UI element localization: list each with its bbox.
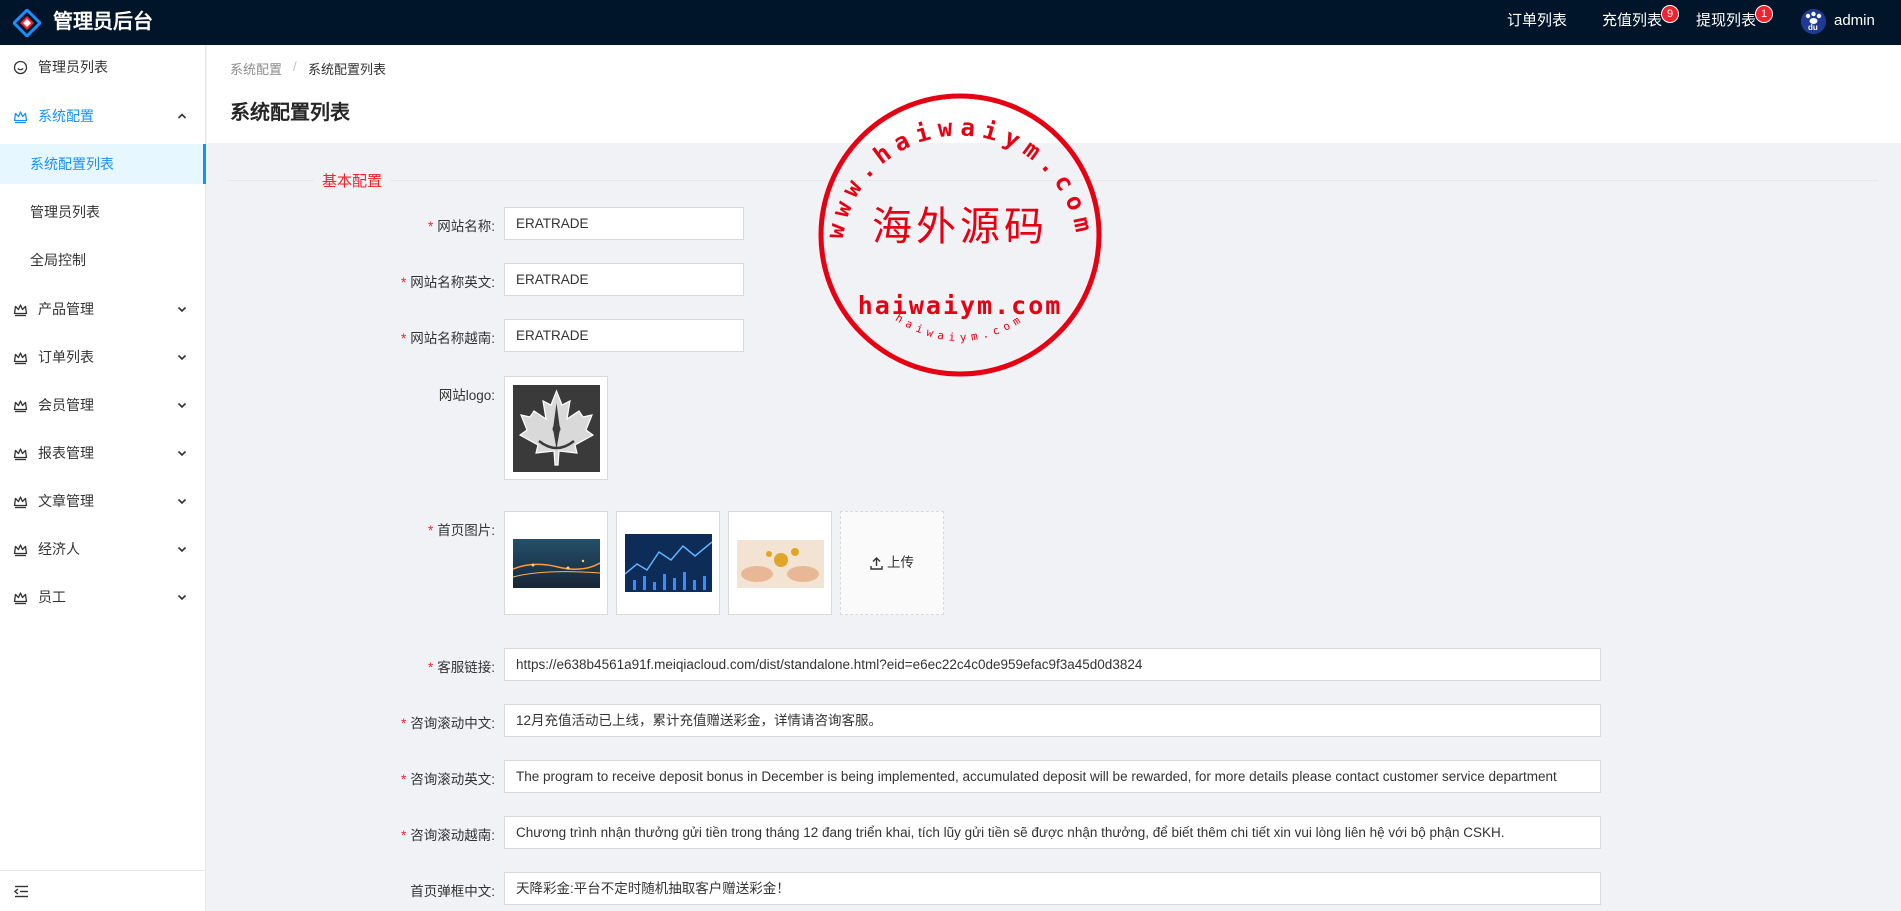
scroll-cn-label: * 咨询滚动中文: xyxy=(400,716,495,731)
scroll-vi-label: * 咨询滚动越南: xyxy=(400,828,495,843)
sidebar-item-label: 员工 xyxy=(38,589,66,605)
site-name-en-input[interactable]: ERATRADE xyxy=(504,263,744,296)
sidebar-subitem-admin-list[interactable]: 管理员列表 xyxy=(0,192,206,232)
home-images-label: * 首页图片: xyxy=(427,523,495,538)
scroll-en-input[interactable]: The program to receive deposit bonus in … xyxy=(504,760,1601,793)
sidebar-item-label: 经济人 xyxy=(38,541,80,557)
sidebar-item-article-management[interactable]: 文章管理 xyxy=(0,479,206,523)
logo-icon xyxy=(13,9,41,37)
crown-icon xyxy=(13,544,28,557)
popup-cn-label: 首页弹框中文: xyxy=(410,884,495,899)
scroll-vi-input[interactable]: Chương trình nhận thưởng gửi tiền trong … xyxy=(504,816,1601,849)
nav-recharge-list[interactable]: 充值列表 xyxy=(1602,0,1662,45)
breadcrumb-parent[interactable]: 系统配置 xyxy=(230,59,282,78)
service-link-input[interactable]: https://e638b4561a91f.meiqiacloud.com/di… xyxy=(504,648,1601,681)
sidebar-item-label: 报表管理 xyxy=(38,445,94,461)
sidebar-item-member-management[interactable]: 会员管理 xyxy=(0,383,206,427)
crown-icon xyxy=(13,448,28,461)
site-name-label: * 网站名称: xyxy=(427,219,495,234)
crown-icon xyxy=(13,400,28,413)
avatar-text: du xyxy=(1808,23,1818,32)
watermark-center-text: 海外源码 xyxy=(872,204,1048,250)
chevron-down-icon xyxy=(177,306,187,313)
sidebar-subitem-label: 系统配置列表 xyxy=(30,156,114,172)
section-title: 基本配置 xyxy=(314,170,391,191)
breadcrumb-separator: / xyxy=(293,59,297,74)
site-name-en-label: * 网站名称英文: xyxy=(400,275,495,290)
app-title: 管理员后台 xyxy=(53,11,153,33)
user-avatar[interactable]: du xyxy=(1801,9,1826,34)
stock-chart-image xyxy=(625,534,712,592)
sidebar-collapse-button[interactable] xyxy=(0,870,206,911)
sidebar-item-report-management[interactable]: 报表管理 xyxy=(0,431,206,475)
sidebar-subitem-label: 全局控制 xyxy=(30,252,86,268)
home-image-1[interactable] xyxy=(504,511,608,615)
chevron-down-icon xyxy=(177,450,187,457)
page-title: 系统配置列表 xyxy=(230,102,350,124)
breadcrumb-current: 系统配置列表 xyxy=(308,62,387,77)
sidebar-subitem-label: 管理员列表 xyxy=(30,204,100,220)
chevron-down-icon xyxy=(177,498,187,505)
home-image-2[interactable] xyxy=(616,511,720,615)
user-name[interactable]: admin xyxy=(1834,0,1875,45)
sidebar-item-label: 系统配置 xyxy=(38,108,94,124)
maple-leaf-logo-icon xyxy=(513,385,600,472)
crown-icon xyxy=(13,592,28,605)
chevron-down-icon xyxy=(177,546,187,553)
sidebar-item-admin-list[interactable]: 管理员列表 xyxy=(0,45,206,89)
recharge-count-badge: 9 xyxy=(1662,6,1678,22)
sidebar-item-label: 订单列表 xyxy=(38,349,94,365)
nav-withdraw-list[interactable]: 提现列表 xyxy=(1696,0,1756,45)
upload-icon xyxy=(870,556,883,570)
site-name-vi-label: * 网站名称越南: xyxy=(400,331,495,346)
sidebar-subitem-config-list[interactable]: 系统配置列表 xyxy=(0,144,206,184)
crown-icon xyxy=(13,304,28,317)
watermark-domain-text: haiwaiym.com xyxy=(858,291,1063,320)
nav-order-list[interactable]: 订单列表 xyxy=(1507,0,1567,45)
sidebar-item-system-config[interactable]: 系统配置 xyxy=(0,94,206,138)
home-image-3[interactable] xyxy=(728,511,832,615)
sidebar-item-product-management[interactable]: 产品管理 xyxy=(0,287,206,331)
sidebar-item-label: 会员管理 xyxy=(38,397,94,413)
chevron-up-icon xyxy=(177,113,187,119)
service-link-label: * 客服链接: xyxy=(427,660,495,675)
watermark-stamp: www.haiwaiym.com 海外源码 haiwaiym.com haiwa… xyxy=(818,93,1102,377)
scroll-cn-input[interactable]: 12月充值活动已上线，累计充值赠送彩金，详情请咨询客服。 xyxy=(504,704,1601,737)
top-header-bar: 管理员后台 订单列表 充值列表 9 提现列表 1 du admin xyxy=(0,0,1901,45)
coin-hands-image xyxy=(737,540,824,588)
city-night-image xyxy=(513,539,600,588)
sidebar-item-broker[interactable]: 经济人 xyxy=(0,527,206,571)
site-name-input[interactable]: ERATRADE xyxy=(504,207,744,240)
sidebar-item-label: 文章管理 xyxy=(38,493,94,509)
withdraw-count-badge: 1 xyxy=(1756,6,1772,22)
sidebar-item-label: 管理员列表 xyxy=(38,59,108,75)
site-name-vi-input[interactable]: ERATRADE xyxy=(504,319,744,352)
crown-icon xyxy=(13,352,28,365)
smile-icon xyxy=(13,60,28,75)
chevron-down-icon xyxy=(177,354,187,361)
crown-icon xyxy=(13,496,28,509)
crown-icon xyxy=(13,111,28,124)
upload-button[interactable]: 上传 xyxy=(840,511,944,615)
scroll-en-label: * 咨询滚动英文: xyxy=(400,772,495,787)
sidebar-item-label: 产品管理 xyxy=(38,301,94,317)
chevron-down-icon xyxy=(177,402,187,409)
chevron-down-icon xyxy=(177,594,187,601)
sidebar-item-order-list[interactable]: 订单列表 xyxy=(0,335,206,379)
sidebar-item-employee[interactable]: 员工 xyxy=(0,575,206,619)
upload-label: 上传 xyxy=(887,555,914,570)
menu-fold-icon xyxy=(14,885,28,898)
popup-cn-input[interactable]: 天降彩金:平台不定时随机抽取客户赠送彩金！ xyxy=(504,872,1601,905)
sidebar-subitem-global-control[interactable]: 全局控制 xyxy=(0,240,206,280)
sidebar: 管理员列表 系统配置 系统配置列表 管理员列表 全局控制 产品管理 订单列表 会… xyxy=(0,45,206,911)
site-logo-label: 网站logo: xyxy=(438,388,495,403)
site-logo-image[interactable] xyxy=(504,376,608,480)
